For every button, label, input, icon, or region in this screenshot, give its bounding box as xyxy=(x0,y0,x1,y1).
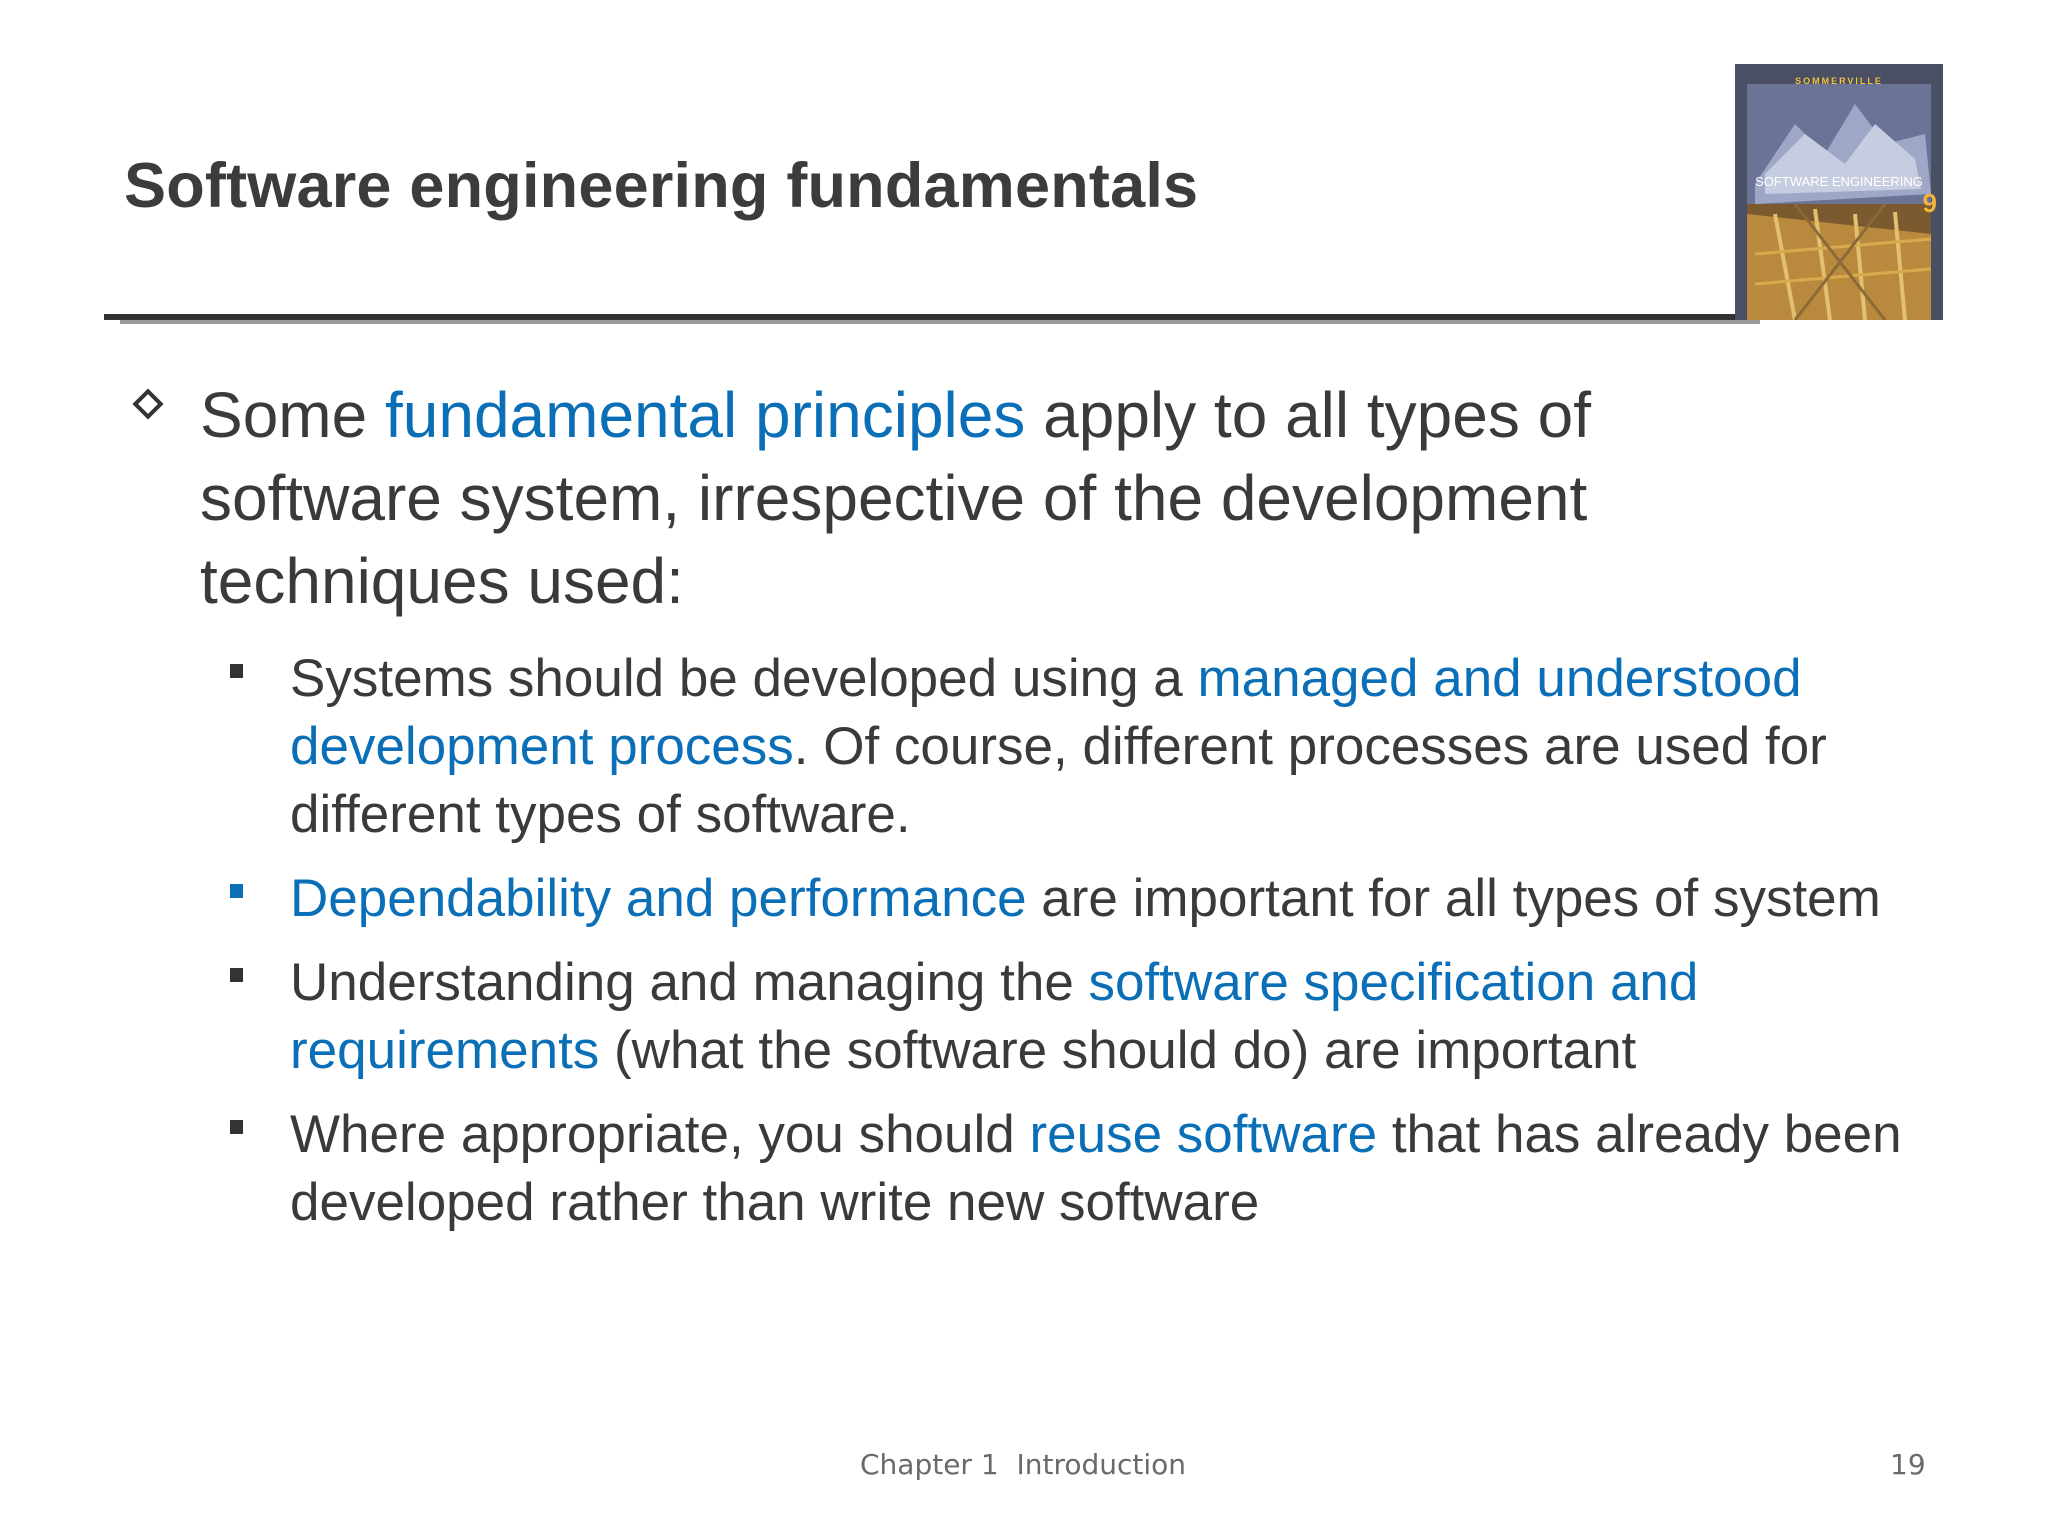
sub-bullet-item: Understanding and managing the software … xyxy=(226,949,1946,1085)
cover-author: SOMMERVILLE xyxy=(1795,76,1883,86)
sub-bullet-text-2: are important for all types of system xyxy=(1026,869,1881,928)
cover-title: SOFTWARE ENGINEERING xyxy=(1755,174,1923,189)
book-cover-art xyxy=(1735,64,1943,320)
footer-chapter: Chapter 1 Introduction xyxy=(860,1448,1187,1481)
sub-bullet-item: Dependability and performance are import… xyxy=(226,865,1946,933)
book-cover-image: SOMMERVILLE SOFTWARE ENGINEERING 9 xyxy=(1735,64,1943,320)
main-bullet-highlight: fundamental principles xyxy=(384,379,1026,451)
sub-bullet-text-1: Systems should be developed using a xyxy=(290,649,1198,708)
square-bullet-icon xyxy=(230,1120,243,1134)
footer-page-number: 19 xyxy=(1890,1448,1926,1481)
slide-title: Software engineering fundamentals xyxy=(124,151,1199,221)
square-bullet-icon xyxy=(230,664,243,678)
square-bullet-icon xyxy=(230,884,243,898)
sub-bullet-text-1: Understanding and managing the xyxy=(290,953,1089,1012)
slide: Software engineering fundamentals SOMMER… xyxy=(0,0,2048,1536)
sub-bullet-list: Systems should be developed using a mana… xyxy=(226,645,1946,1253)
main-bullet-text-1: Some xyxy=(200,379,385,451)
sub-bullet-item: Systems should be developed using a mana… xyxy=(226,645,1946,849)
sub-bullet-highlight: reuse software xyxy=(1029,1105,1378,1164)
title-rule xyxy=(104,314,1754,320)
sub-bullet-highlight: Dependability and performance xyxy=(290,869,1027,928)
sub-bullet-item: Where appropriate, you should reuse soft… xyxy=(226,1101,1946,1237)
sub-bullet-text-1: Where appropriate, you should xyxy=(290,1105,1030,1164)
title-rule-shadow xyxy=(120,320,1760,324)
cover-edition: 9 xyxy=(1922,188,1937,218)
hollow-diamond-icon xyxy=(132,388,164,420)
main-bullet-text: Some fundamental principles apply to all… xyxy=(200,374,1720,623)
square-bullet-icon xyxy=(230,968,243,982)
sub-bullet-text-2: (what the software should do) are import… xyxy=(599,1021,1637,1080)
